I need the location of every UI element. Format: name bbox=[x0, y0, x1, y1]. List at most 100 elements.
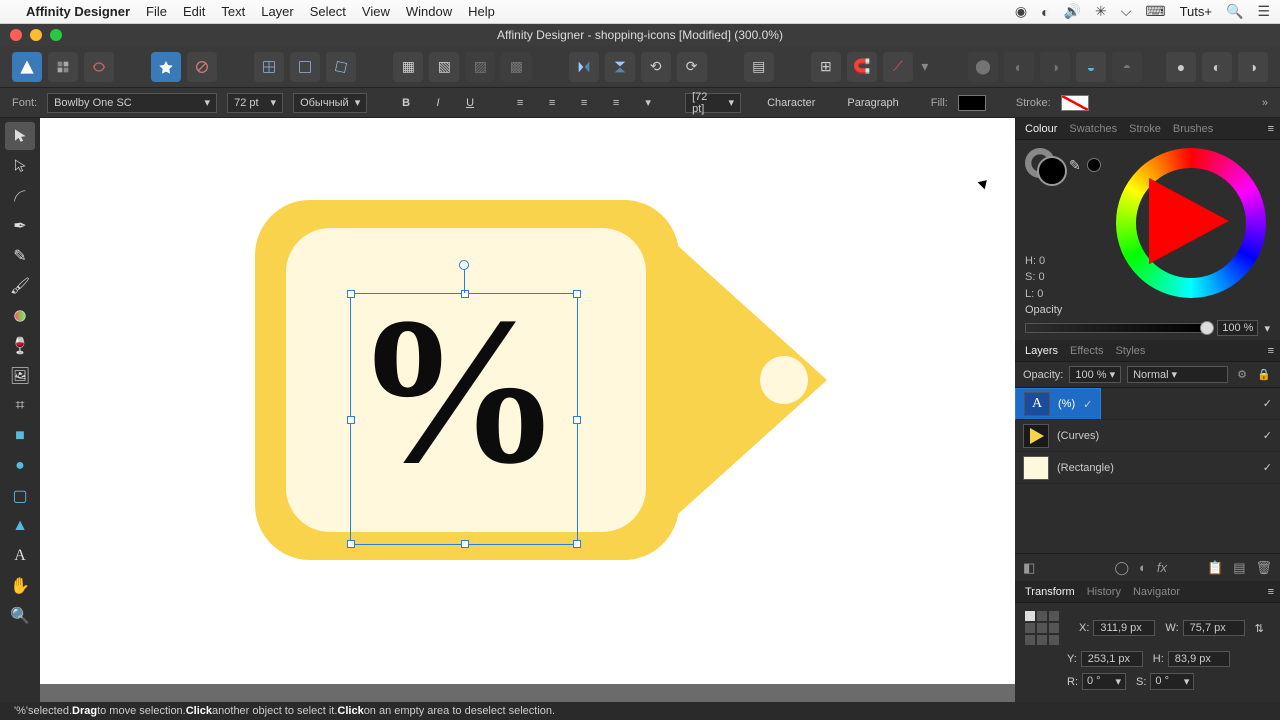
font-size-combo[interactable]: 72 pt▾ bbox=[227, 93, 283, 113]
tab-stroke[interactable]: Stroke bbox=[1125, 121, 1165, 137]
rotation-handle[interactable] bbox=[459, 260, 469, 270]
anchor-selector[interactable] bbox=[1025, 611, 1059, 645]
underline-button[interactable]: U bbox=[459, 92, 481, 114]
w-input[interactable]: 75,7 px bbox=[1183, 620, 1245, 636]
tab-history[interactable]: History bbox=[1083, 584, 1125, 600]
snap-nodes-icon[interactable] bbox=[326, 52, 356, 82]
clipboard-icon[interactable]: 📋 bbox=[1207, 560, 1223, 576]
panel-menu-icon[interactable]: ≡ bbox=[1268, 586, 1274, 598]
context-expand-icon[interactable]: » bbox=[1262, 97, 1268, 109]
fill-swatch[interactable] bbox=[958, 95, 986, 111]
menu-view[interactable]: View bbox=[362, 4, 390, 19]
tab-transform[interactable]: Transform bbox=[1021, 584, 1079, 600]
node-tool-icon[interactable] bbox=[5, 152, 35, 180]
order-backward-icon[interactable]: ▨ bbox=[465, 52, 495, 82]
order-back-icon[interactable]: ▩ bbox=[501, 52, 531, 82]
menu-window[interactable]: Window bbox=[406, 4, 452, 19]
layer-visible-checkbox[interactable]: ✓ bbox=[1263, 461, 1272, 474]
mask-layer-icon[interactable]: ◯ bbox=[1114, 560, 1129, 576]
boolean-xor-icon[interactable]: ◒ bbox=[1076, 52, 1106, 82]
align-center-icon[interactable]: ≡ bbox=[541, 92, 563, 114]
minimize-button[interactable] bbox=[30, 29, 42, 41]
boolean-divide-icon[interactable]: ◓ bbox=[1112, 52, 1142, 82]
align-dropdown-icon[interactable]: ▾ bbox=[637, 92, 659, 114]
adjustment-layer-icon[interactable]: ◐ bbox=[1139, 560, 1147, 575]
layer-item-rectangle[interactable]: (Rectangle) ✓ bbox=[1015, 452, 1280, 484]
canvas[interactable]: % bbox=[40, 118, 1015, 684]
zoom-tool-icon[interactable]: 🔍 bbox=[5, 602, 35, 630]
snap-grid-icon[interactable] bbox=[254, 52, 284, 82]
layer-opacity-combo[interactable]: 100 %▾ bbox=[1069, 366, 1121, 383]
panel-menu-icon[interactable]: ≡ bbox=[1268, 345, 1274, 357]
pan-tool-icon[interactable]: ✋ bbox=[5, 572, 35, 600]
align-justify-icon[interactable]: ≡ bbox=[605, 92, 627, 114]
pen-tool-icon[interactable]: ✒ bbox=[5, 212, 35, 240]
tab-colour[interactable]: Colour bbox=[1021, 121, 1061, 137]
move-tool-icon[interactable] bbox=[5, 122, 35, 150]
stroke-swatch[interactable] bbox=[1061, 95, 1089, 111]
boolean-subtract-icon[interactable]: ◐ bbox=[1004, 52, 1034, 82]
crop-tool-icon[interactable]: ⌗ bbox=[5, 392, 35, 420]
shape-defaults-icon[interactable] bbox=[151, 52, 181, 82]
menu-edit[interactable]: Edit bbox=[183, 4, 205, 19]
h-input[interactable]: 83,9 px bbox=[1168, 651, 1230, 667]
layer-settings-icon[interactable]: ⚙ bbox=[1234, 367, 1250, 383]
r-input[interactable]: 0 °▾ bbox=[1082, 673, 1126, 690]
menu-layer[interactable]: Layer bbox=[261, 4, 294, 19]
s-input[interactable]: 0 °▾ bbox=[1150, 673, 1194, 690]
layer-lock-icon[interactable]: 🔒 bbox=[1256, 367, 1272, 383]
snap-bounds-icon[interactable] bbox=[290, 52, 320, 82]
order-front-icon[interactable]: ▦ bbox=[393, 52, 423, 82]
spotlight-icon[interactable]: 🔍 bbox=[1226, 3, 1243, 20]
grid-toggle-icon[interactable]: ⊞ bbox=[811, 52, 841, 82]
record-icon[interactable]: ◉ bbox=[1015, 3, 1027, 20]
snowflake-icon[interactable]: ✳ bbox=[1095, 3, 1107, 20]
app-name[interactable]: Affinity Designer bbox=[26, 4, 130, 19]
snapping-icon[interactable]: 🧲 bbox=[847, 52, 877, 82]
force-pixel-icon[interactable]: ⟋ bbox=[883, 52, 913, 82]
opacity-slider[interactable] bbox=[1025, 323, 1211, 333]
maximize-button[interactable] bbox=[50, 29, 62, 41]
opacity-value[interactable]: 100 % bbox=[1217, 320, 1258, 336]
bold-button[interactable]: B bbox=[395, 92, 417, 114]
pixel-persona-icon[interactable] bbox=[48, 52, 78, 82]
fill-colour-circle[interactable] bbox=[1037, 156, 1067, 186]
ellipse-tool-icon[interactable]: ● bbox=[5, 452, 35, 480]
canvas-area[interactable]: % bbox=[40, 118, 1015, 702]
pencil-tool-icon[interactable]: ✎ bbox=[5, 242, 35, 270]
brush-tool-icon[interactable]: 🖌 bbox=[5, 272, 35, 300]
percent-text[interactable]: % bbox=[353, 286, 563, 496]
paragraph-link[interactable]: Paragraph bbox=[847, 97, 898, 109]
tab-navigator[interactable]: Navigator bbox=[1129, 584, 1184, 600]
corner-tool-icon[interactable] bbox=[5, 182, 35, 210]
layer-item-curves-2[interactable]: (Curves) ✓ bbox=[1015, 420, 1280, 452]
fx-icon[interactable]: fx bbox=[1157, 560, 1167, 575]
flip-horizontal-icon[interactable] bbox=[569, 52, 599, 82]
menu-select[interactable]: Select bbox=[310, 4, 346, 19]
tab-styles[interactable]: Styles bbox=[1111, 343, 1149, 359]
text-tool-icon[interactable]: A bbox=[5, 542, 35, 570]
flip-vertical-icon[interactable] bbox=[605, 52, 635, 82]
fill-tool-icon[interactable] bbox=[5, 302, 35, 330]
blend-ranges-icon[interactable]: ◧ bbox=[1023, 560, 1035, 576]
transparency-tool-icon[interactable]: 🍷 bbox=[5, 332, 35, 360]
close-button[interactable] bbox=[10, 29, 22, 41]
boolean-add-icon[interactable]: ⬤ bbox=[968, 52, 998, 82]
volume-icon[interactable]: 🔊 bbox=[1064, 3, 1081, 20]
snap-dropdown-icon[interactable]: ▾ bbox=[919, 52, 931, 82]
order-forward-icon[interactable]: ▧ bbox=[429, 52, 459, 82]
tab-brushes[interactable]: Brushes bbox=[1169, 121, 1217, 137]
colour-picker-icon[interactable]: ✎ bbox=[1069, 157, 1081, 174]
tab-swatches[interactable]: Swatches bbox=[1065, 121, 1121, 137]
panel-menu-icon[interactable]: ≡ bbox=[1268, 123, 1274, 135]
align-left-icon[interactable]: ≡ bbox=[509, 92, 531, 114]
delete-layer-icon[interactable]: 🗑 bbox=[1255, 560, 1272, 576]
blend-mode-combo[interactable]: Normal▾ bbox=[1127, 366, 1228, 383]
tag-hole-shape[interactable] bbox=[760, 356, 808, 404]
sync-defaults-icon[interactable] bbox=[187, 52, 217, 82]
designer-persona-icon[interactable] bbox=[12, 52, 42, 82]
menu-help[interactable]: Help bbox=[468, 4, 495, 19]
menu-list-icon[interactable]: ☰ bbox=[1257, 3, 1270, 20]
y-input[interactable]: 253,1 px bbox=[1081, 651, 1143, 667]
triangle-tool-icon[interactable]: ▲ bbox=[5, 512, 35, 540]
